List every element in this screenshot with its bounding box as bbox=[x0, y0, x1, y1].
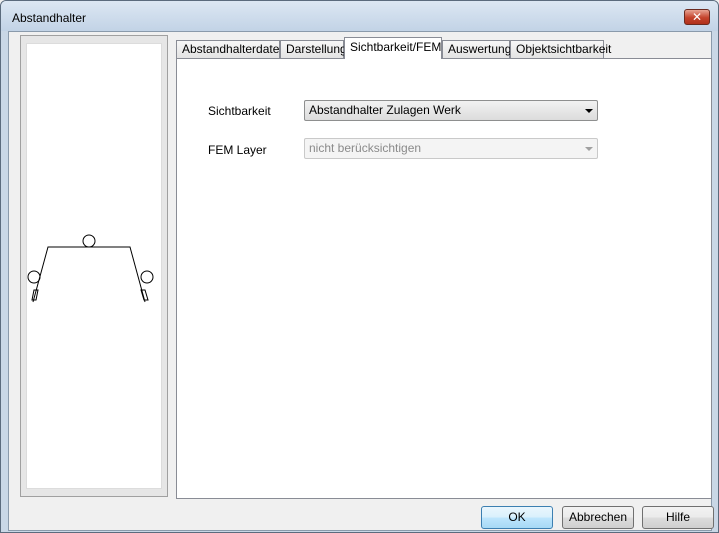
tab-abstandhalterdaten[interactable]: Abstandhalterdaten bbox=[176, 40, 286, 58]
window-title: Abstandhalter bbox=[12, 11, 87, 25]
sichtbarkeit-label: Sichtbarkeit bbox=[208, 104, 271, 118]
tab-page-sichtbarkeit-fem: Sichtbarkeit Abstandhalter Zulagen Werk … bbox=[176, 58, 712, 499]
tab-sichtbarkeit-fem[interactable]: Sichtbarkeit/FEM bbox=[344, 37, 442, 59]
preview-panel bbox=[20, 35, 168, 497]
tab-objektsichtbarkeit[interactable]: Objektsichtbarkeit bbox=[510, 40, 611, 58]
left-bar-circle bbox=[27, 270, 41, 284]
chevron-down-icon bbox=[585, 147, 593, 151]
tab-auswertung[interactable]: Auswertung bbox=[442, 40, 511, 58]
chevron-down-icon bbox=[585, 109, 593, 113]
title-bar[interactable]: Abstandhalter ✕ bbox=[1, 1, 718, 31]
dialog-window: Abstandhalter ✕ Abstandhalterdaten Darst… bbox=[0, 0, 719, 533]
spacer-shape bbox=[32, 246, 146, 303]
dialog-client-area: Abstandhalterdaten Darstellung Sichtbark… bbox=[8, 31, 714, 531]
fem-layer-dropdown[interactable]: nicht berücksichtigen bbox=[304, 138, 598, 159]
ok-button[interactable]: OK bbox=[481, 506, 553, 529]
help-button[interactable]: Hilfe bbox=[642, 506, 714, 529]
fem-layer-value: nicht berücksichtigen bbox=[309, 141, 422, 155]
fem-layer-label: FEM Layer bbox=[208, 143, 267, 157]
preview-canvas bbox=[26, 43, 162, 489]
right-bar-circle bbox=[140, 270, 154, 284]
sichtbarkeit-value: Abstandhalter Zulagen Werk bbox=[309, 103, 461, 117]
top-bar-circle bbox=[82, 234, 96, 248]
sichtbarkeit-dropdown[interactable]: Abstandhalter Zulagen Werk bbox=[304, 100, 598, 121]
tab-darstellung[interactable]: Darstellung bbox=[280, 40, 347, 58]
spacer-preview-drawing bbox=[27, 234, 154, 303]
close-button[interactable]: ✕ bbox=[684, 9, 710, 25]
cancel-button[interactable]: Abbrechen bbox=[562, 506, 634, 529]
close-icon: ✕ bbox=[691, 10, 703, 24]
